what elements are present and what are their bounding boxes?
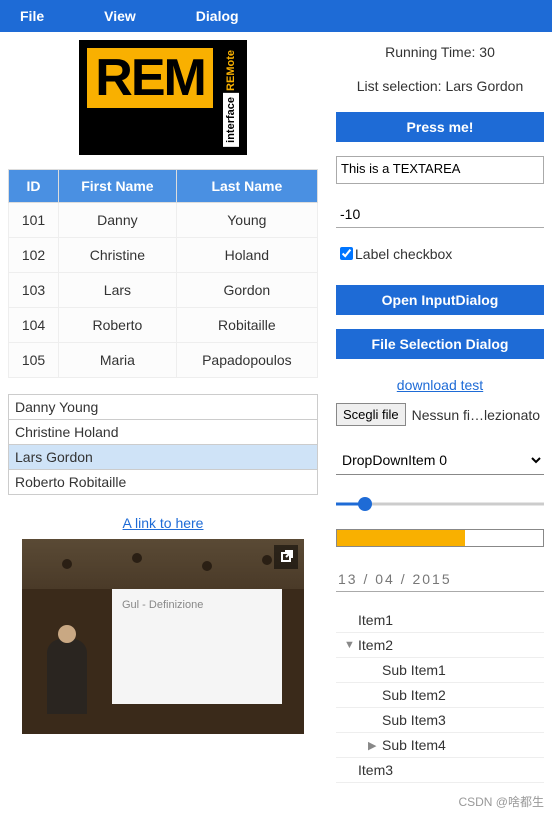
table-cell: 104 xyxy=(9,307,59,342)
video-ceiling xyxy=(22,539,304,589)
video-speaker xyxy=(47,639,87,714)
menu-file[interactable]: File xyxy=(20,8,44,24)
tree-label: Sub Item3 xyxy=(382,712,446,728)
file-selection-dialog-button[interactable]: File Selection Dialog xyxy=(336,329,544,359)
video-slide-title: Gul - Definizione xyxy=(122,599,272,611)
table-row[interactable]: 102ChristineHoland xyxy=(9,237,318,272)
watermark: CSDN @啥都生 xyxy=(0,791,552,814)
video-player[interactable]: Gul - Definizione xyxy=(22,539,304,734)
logo: REM REMote interface xyxy=(8,40,318,155)
choose-file-button[interactable]: Scegli file xyxy=(336,403,406,426)
list-selection-status: List selection: Lars Gordon xyxy=(336,78,544,94)
table-cell: 105 xyxy=(9,342,59,377)
tree-label: Sub Item2 xyxy=(382,687,446,703)
table-row[interactable]: 103LarsGordon xyxy=(9,272,318,307)
tree-item[interactable]: ▶Sub Item4 xyxy=(336,733,544,758)
selection-list: Danny YoungChristine HolandLars GordonRo… xyxy=(8,394,318,495)
menu-view[interactable]: View xyxy=(104,8,136,24)
table-cell: Christine xyxy=(59,237,177,272)
tree-item[interactable]: Sub Item1 xyxy=(336,658,544,683)
tree-arrow-icon: ▶ xyxy=(368,739,382,752)
label-checkbox[interactable] xyxy=(340,247,353,260)
table-row[interactable]: 104RobertoRobitaille xyxy=(9,307,318,342)
list-item[interactable]: Lars Gordon xyxy=(9,445,317,470)
tree-item[interactable]: Sub Item3 xyxy=(336,708,544,733)
tree-label: Item3 xyxy=(358,762,393,778)
table-cell: Holand xyxy=(176,237,317,272)
tree-view: Item1▼Item2Sub Item1Sub Item2Sub Item3▶S… xyxy=(336,608,544,783)
table-cell: Robitaille xyxy=(176,307,317,342)
col-id[interactable]: ID xyxy=(9,169,59,202)
tree-label: Item2 xyxy=(358,637,393,653)
link-here[interactable]: A link to here xyxy=(123,515,204,531)
table-cell: Papadopoulos xyxy=(176,342,317,377)
press-me-button[interactable]: Press me! xyxy=(336,112,544,142)
running-time: Running Time: 30 xyxy=(336,44,544,60)
table-cell: Danny xyxy=(59,202,177,237)
tree-item[interactable]: Item3 xyxy=(336,758,544,783)
slider[interactable] xyxy=(336,493,544,515)
chosen-file-text: Nessun fi…lezionato xyxy=(412,407,540,423)
table-cell: 101 xyxy=(9,202,59,237)
tree-item[interactable]: Item1 xyxy=(336,608,544,633)
table-cell: Maria xyxy=(59,342,177,377)
data-table: ID First Name Last Name 101DannyYoung102… xyxy=(8,169,318,378)
table-cell: Lars xyxy=(59,272,177,307)
table-row[interactable]: 101DannyYoung xyxy=(9,202,318,237)
col-last[interactable]: Last Name xyxy=(176,169,317,202)
table-cell: 102 xyxy=(9,237,59,272)
date-input[interactable] xyxy=(336,567,544,592)
number-input[interactable] xyxy=(336,201,544,228)
progress-bar xyxy=(336,529,544,547)
table-cell: 103 xyxy=(9,272,59,307)
link-here-wrap: A link to here xyxy=(8,515,318,531)
list-item[interactable]: Danny Young xyxy=(9,395,317,420)
video-slide: Gul - Definizione xyxy=(112,589,282,704)
tree-label: Sub Item4 xyxy=(382,737,446,753)
col-first[interactable]: First Name xyxy=(59,169,177,202)
list-item[interactable]: Christine Holand xyxy=(9,420,317,445)
tree-item[interactable]: Sub Item2 xyxy=(336,683,544,708)
textarea[interactable]: This is a TEXTAREA xyxy=(336,156,544,184)
popout-icon[interactable] xyxy=(274,545,298,569)
tree-arrow-icon: ▼ xyxy=(344,639,358,651)
dropdown[interactable]: DropDownItem 0 xyxy=(336,446,544,475)
table-cell: Gordon xyxy=(176,272,317,307)
menu-dialog[interactable]: Dialog xyxy=(196,8,239,24)
table-cell: Young xyxy=(176,202,317,237)
menubar: File View Dialog xyxy=(0,0,552,32)
tree-label: Sub Item1 xyxy=(382,662,446,678)
table-row[interactable]: 105MariaPapadopoulos xyxy=(9,342,318,377)
table-cell: Roberto xyxy=(59,307,177,342)
list-item[interactable]: Roberto Robitaille xyxy=(9,470,317,494)
tree-item[interactable]: ▼Item2 xyxy=(336,633,544,658)
open-input-dialog-button[interactable]: Open InputDialog xyxy=(336,285,544,315)
download-test-link[interactable]: download test xyxy=(397,377,483,393)
checkbox-label: Label checkbox xyxy=(355,246,452,262)
tree-label: Item1 xyxy=(358,612,393,628)
